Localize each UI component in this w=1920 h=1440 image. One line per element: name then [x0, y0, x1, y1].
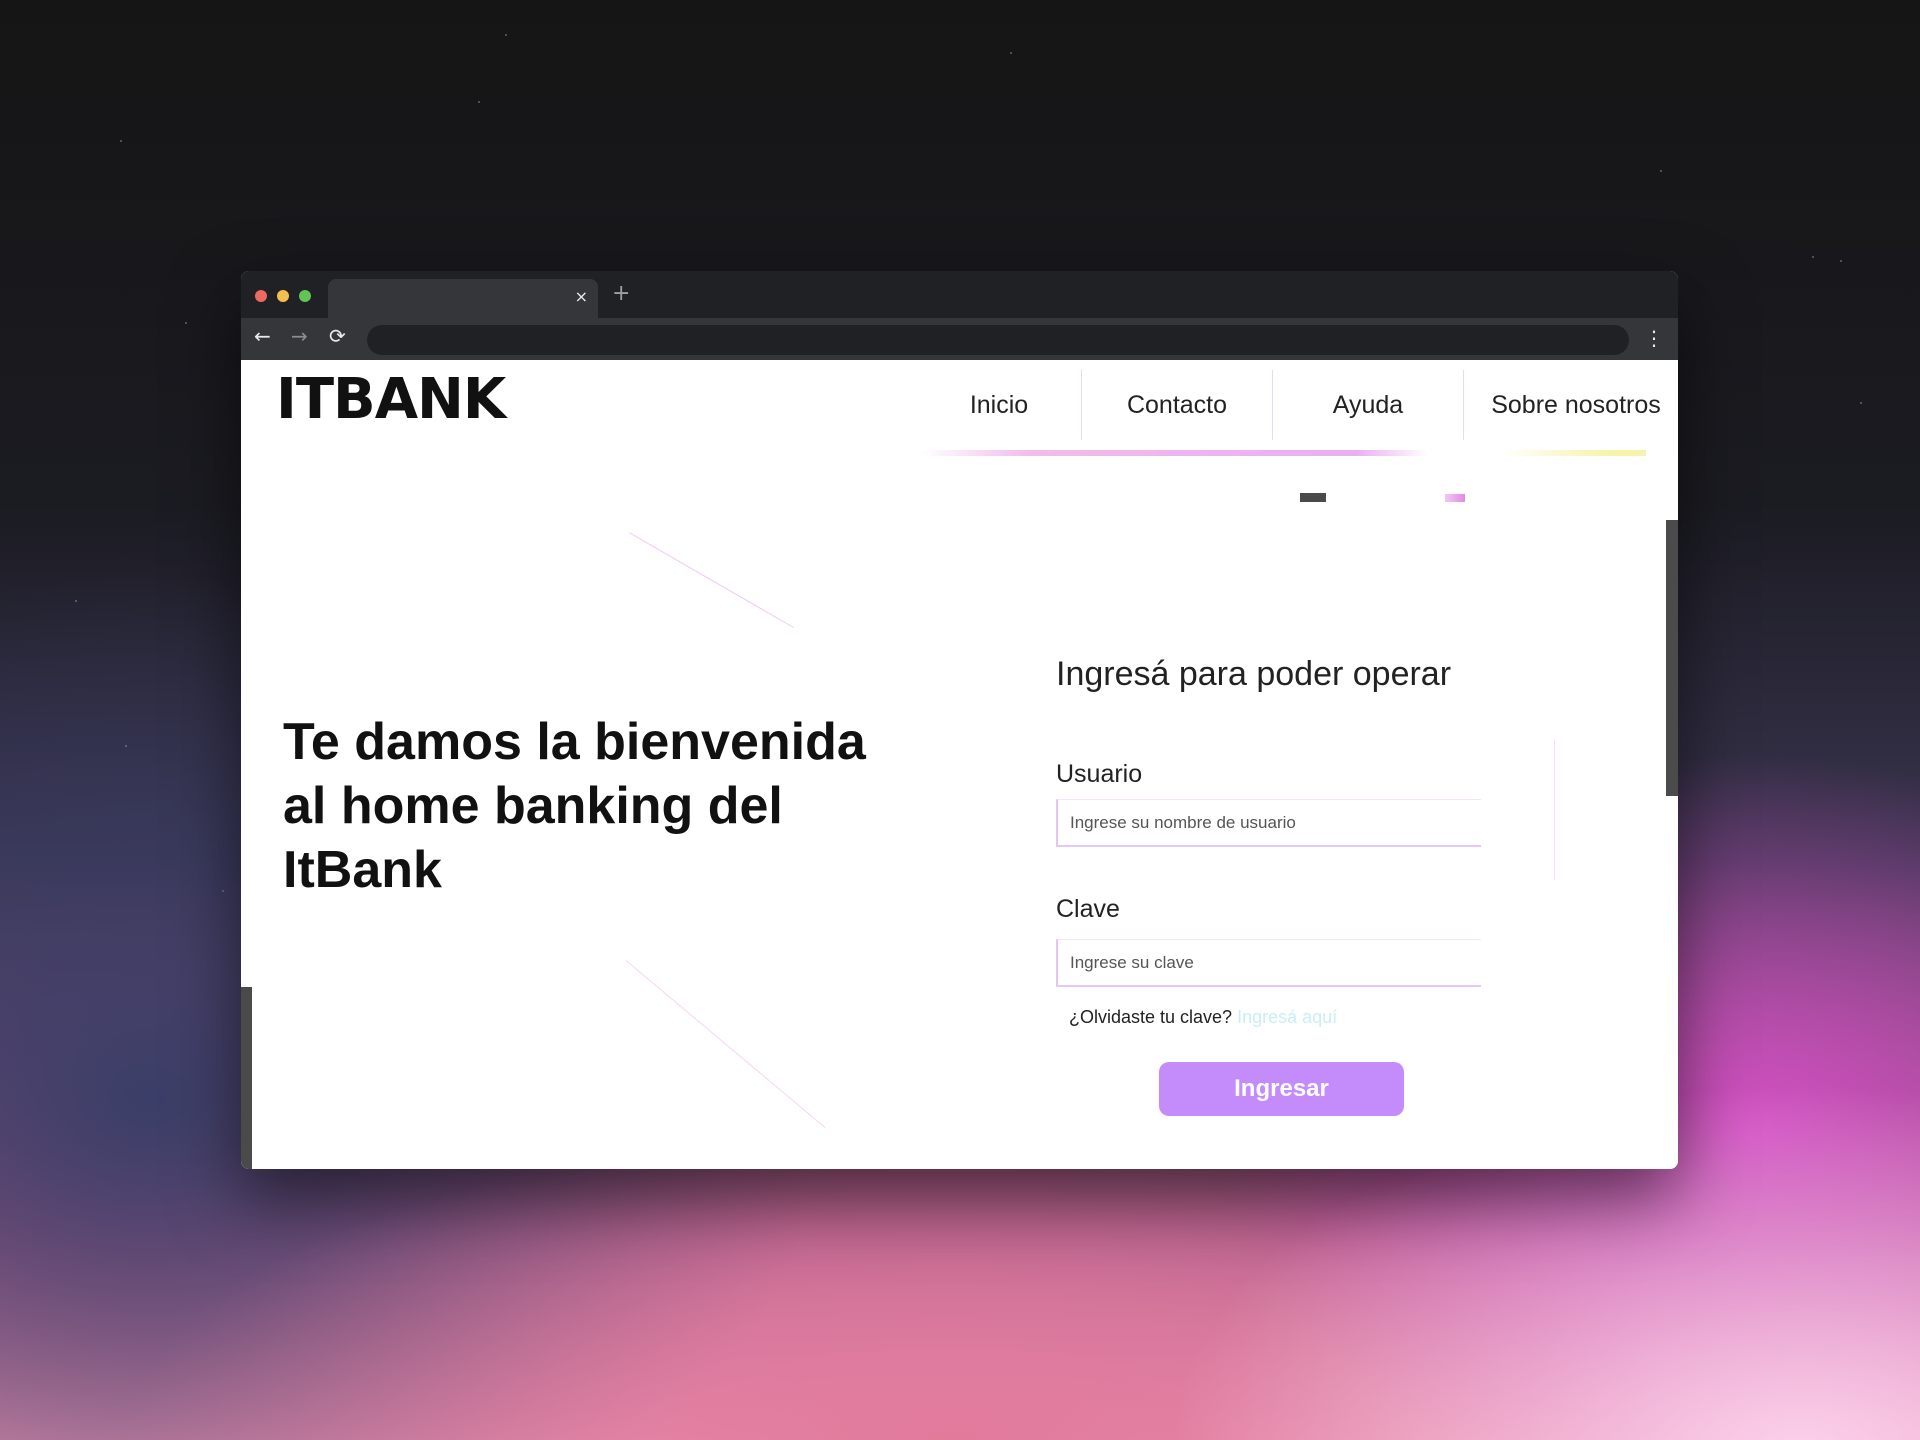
- browser-window: × + ← → ⟳ ⋮ ITBANK Inicio Contacto Ayuda…: [241, 271, 1678, 1169]
- login-title: Ingresá para poder operar: [1056, 655, 1452, 693]
- nav-sobre-nosotros[interactable]: Sobre nosotros: [1463, 370, 1678, 440]
- decorative-line: [625, 960, 826, 1129]
- password-input[interactable]: [1056, 939, 1481, 987]
- forward-arrow-icon[interactable]: →: [291, 324, 308, 348]
- decorative-line: [628, 532, 794, 628]
- username-input[interactable]: [1056, 799, 1481, 847]
- decorative-dash: [1300, 493, 1326, 502]
- main-nav: Inicio Contacto Ayuda Sobre nosotros: [917, 370, 1678, 450]
- nav-underline-decoration: [921, 450, 1646, 456]
- address-bar[interactable]: [367, 325, 1629, 355]
- itbank-logo[interactable]: ITBANK: [276, 372, 506, 428]
- reload-icon[interactable]: ⟳: [329, 324, 346, 348]
- browser-toolbar: ← → ⟳ ⋮: [241, 318, 1678, 360]
- user-label: Usuario: [1056, 760, 1143, 788]
- password-label: Clave: [1056, 895, 1120, 923]
- nav-contacto[interactable]: Contacto: [1081, 370, 1272, 440]
- login-submit-button[interactable]: Ingresar: [1159, 1062, 1404, 1116]
- kebab-menu-icon[interactable]: ⋮: [1644, 326, 1664, 350]
- close-icon[interactable]: ×: [575, 287, 588, 306]
- scrollbar-thumb[interactable]: [1666, 520, 1678, 796]
- plus-icon[interactable]: +: [612, 281, 630, 306]
- close-window-button[interactable]: [255, 290, 267, 302]
- browser-tab[interactable]: ×: [328, 279, 598, 318]
- forgot-password-link[interactable]: Ingresá aquí: [1237, 1007, 1337, 1027]
- browser-tab-bar: × +: [241, 271, 1678, 318]
- nav-ayuda[interactable]: Ayuda: [1272, 370, 1463, 440]
- decorative-pink-mark: [1445, 494, 1465, 502]
- left-edge-bar: [241, 987, 252, 1169]
- back-arrow-icon[interactable]: ←: [254, 324, 271, 348]
- minimize-window-button[interactable]: [277, 290, 289, 302]
- welcome-heading: Te damos la bienvenida al home banking d…: [283, 713, 866, 899]
- maximize-window-button[interactable]: [299, 290, 311, 302]
- forgot-password-text: ¿Olvidaste tu clave?: [1069, 1007, 1233, 1027]
- decorative-divider: [1554, 740, 1555, 880]
- forgot-password: ¿Olvidaste tu clave? Ingresá aquí: [1069, 1007, 1337, 1028]
- page-viewport: ITBANK Inicio Contacto Ayuda Sobre nosot…: [241, 360, 1678, 1169]
- nav-inicio[interactable]: Inicio: [917, 370, 1081, 440]
